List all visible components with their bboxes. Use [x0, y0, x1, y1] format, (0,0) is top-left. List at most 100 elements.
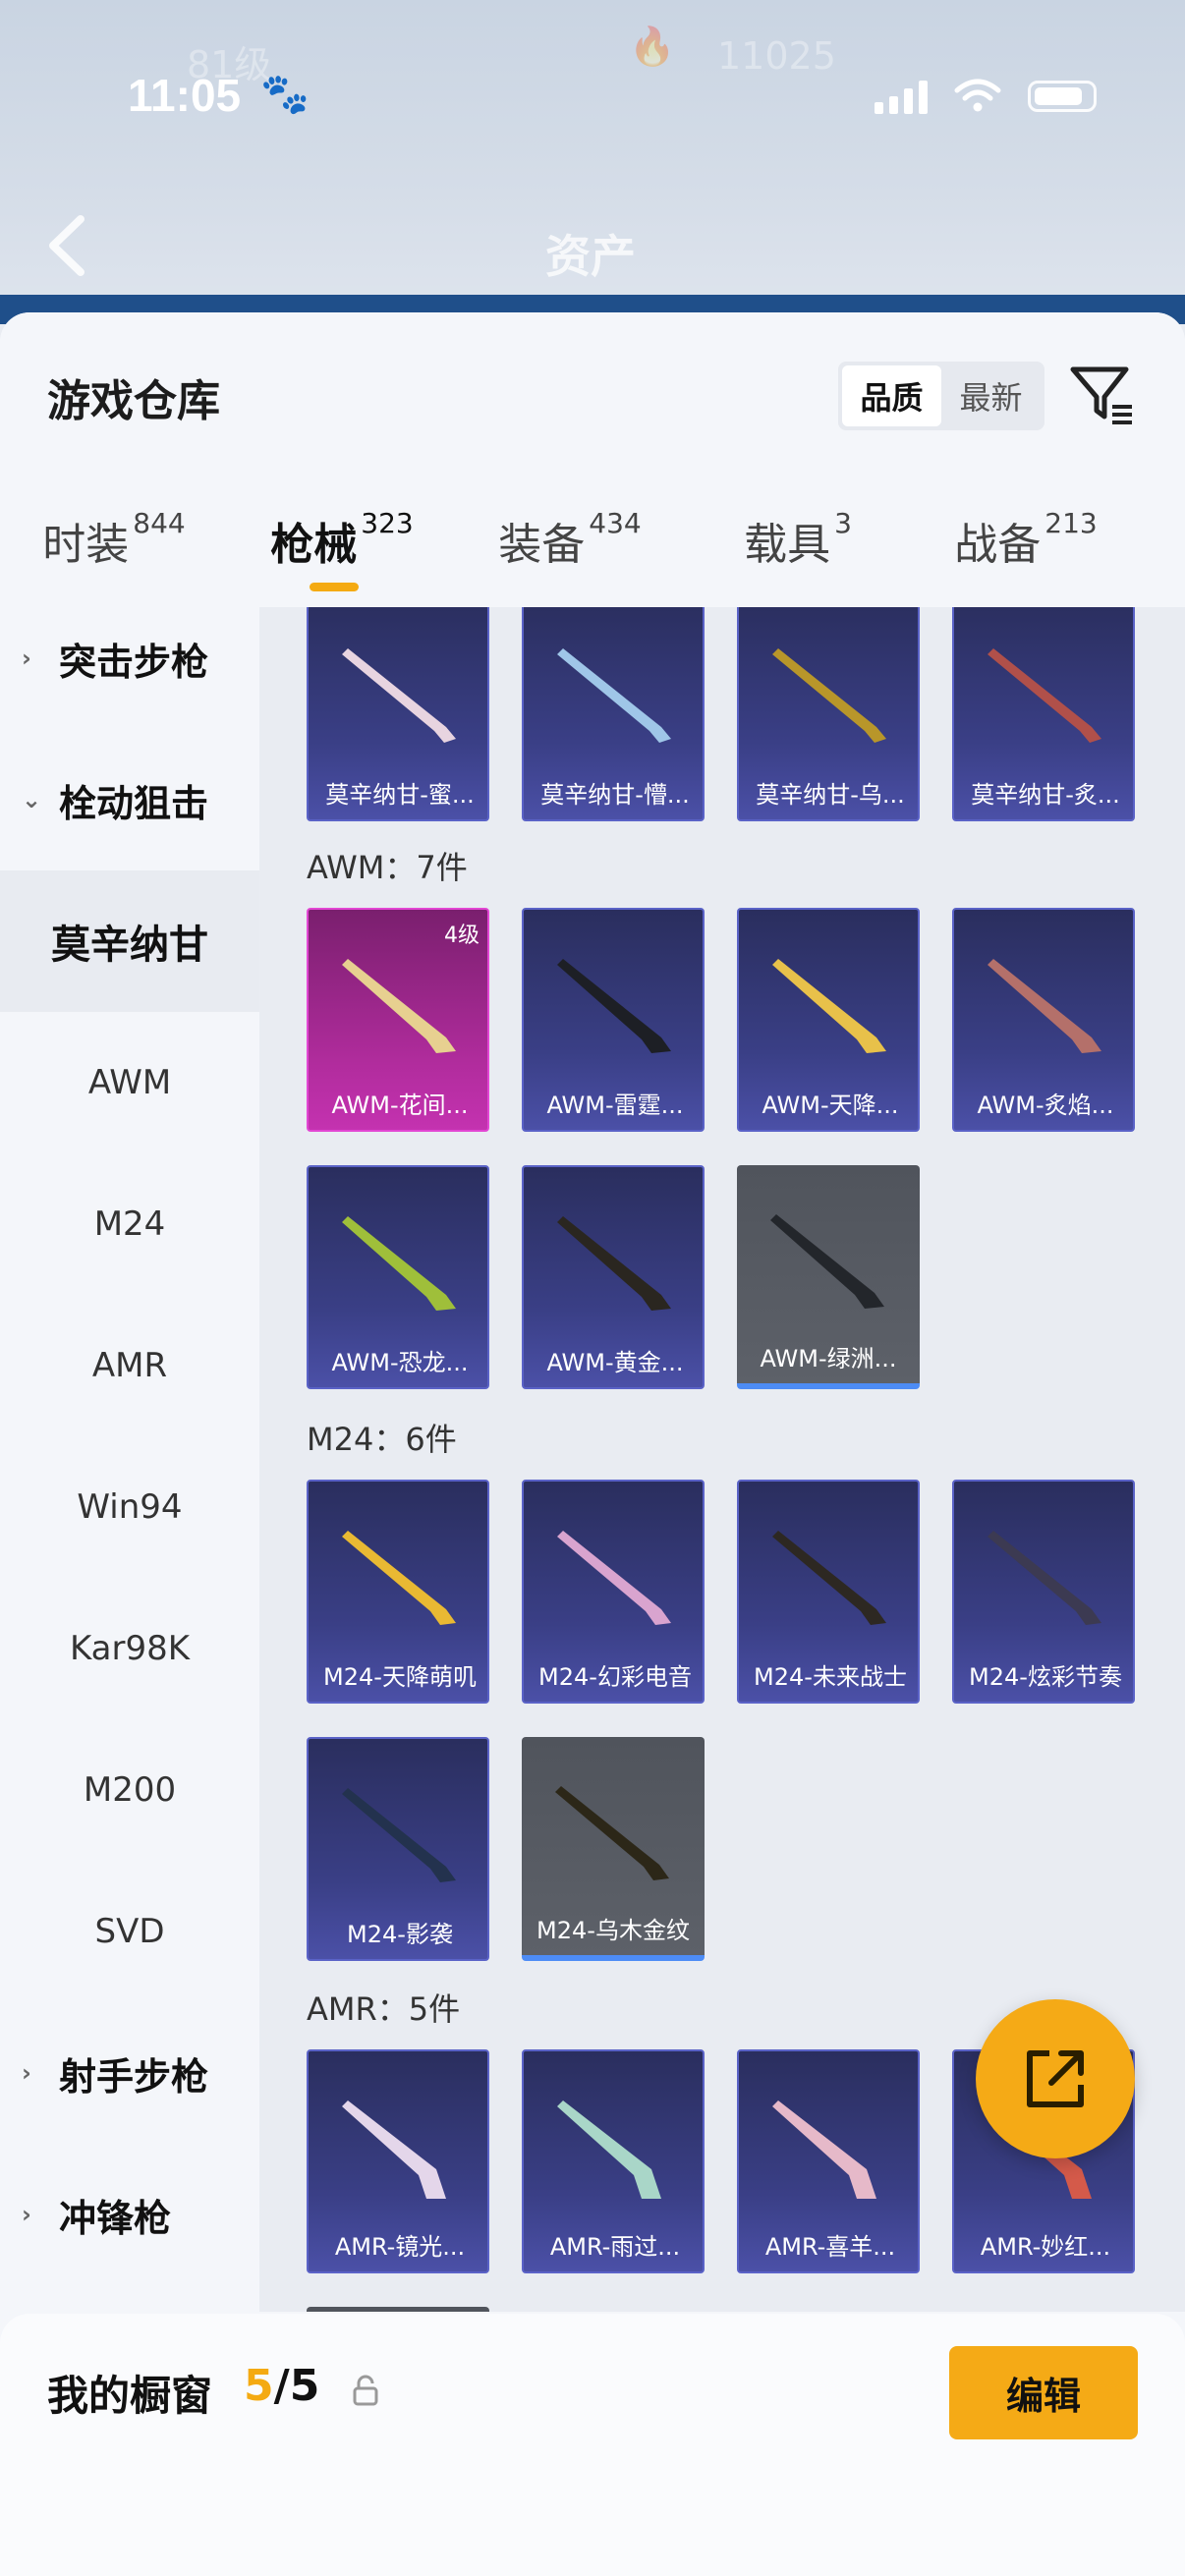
rifle-icon	[772, 648, 886, 743]
weapon-card[interactable]: 莫辛纳甘-炙...	[952, 607, 1135, 821]
weapon-card[interactable]: M24-幻彩电音	[522, 1480, 705, 1704]
rifle-icon	[342, 2100, 446, 2199]
sort-toggle: 品质 最新	[838, 362, 1044, 430]
sidebar-item-label: 突击步枪	[59, 640, 209, 684]
weapon-card[interactable]: AWM-炙焰...	[952, 908, 1135, 1132]
filter-icon[interactable]	[1069, 360, 1138, 428]
sidebar-item-assault-rifle[interactable]: › 突击步枪	[0, 588, 259, 729]
status-icons	[875, 79, 1097, 114]
tab-count: 3	[834, 507, 852, 539]
tab-vehicles[interactable]: 载具 3	[684, 499, 912, 607]
tab-count: 844	[133, 507, 186, 539]
weapon-name: AMR-镜光...	[334, 2233, 466, 2261]
paw-icon: 🐾	[260, 72, 310, 117]
weapon-card[interactable]: AWM-恐龙...	[307, 1165, 489, 1389]
rifle-icon	[770, 1214, 884, 1309]
section-title-awm: AWM：7件	[307, 849, 468, 886]
rifle-icon	[555, 1786, 669, 1880]
weapon-card[interactable]: 4级 AWM-花间...	[307, 908, 489, 1132]
rifle-icon	[772, 1531, 886, 1625]
chevron-right-icon: ›	[22, 2059, 31, 2087]
weapon-card[interactable]: AWM-雷霆...	[522, 908, 705, 1132]
weapon-card[interactable]: AWM-黄金...	[522, 1165, 705, 1389]
tab-supplies[interactable]: 战备 213	[912, 499, 1140, 607]
weapon-name: M24-天降萌叽	[323, 1663, 477, 1691]
weapon-card[interactable]: M24-影袭	[307, 1737, 489, 1961]
tab-count: 323	[361, 507, 414, 539]
rifle-icon	[342, 1531, 456, 1625]
weapon-card[interactable]: AMR-雨过...	[522, 2049, 705, 2273]
weapon-card[interactable]: 莫辛纳甘-懵...	[522, 607, 705, 821]
sidebar-item-label: 莫辛纳甘	[51, 923, 208, 968]
sidebar-item-awm[interactable]: AWM	[0, 1012, 259, 1153]
lock-icon	[353, 2375, 378, 2406]
tab-label: 装备	[498, 520, 586, 570]
sidebar-item-label: M200	[83, 1770, 177, 1810]
sidebar-item-label: SVD	[94, 1912, 165, 1951]
category-sidebar: › 突击步枪 ⌄ 栓动狙击 莫辛纳甘 AWM M24 AMR Win94 Kar98…	[0, 607, 259, 2312]
weapon-name: AWM-黄金...	[546, 1349, 684, 1376]
weapon-name: AWM-花间...	[331, 1092, 469, 1119]
weapon-card[interactable]: M24-天降萌叽	[307, 1480, 489, 1704]
rifle-icon	[772, 959, 886, 1053]
sheet-title: 游戏仓库	[47, 376, 220, 426]
weapon-name: AWM-恐龙...	[331, 1349, 469, 1376]
edit-button[interactable]: 编辑	[949, 2346, 1138, 2439]
weapon-card[interactable]: M24-乌木金纹	[522, 1737, 705, 1961]
weapon-name: M24-乌木金纹	[536, 1917, 690, 1944]
sidebar-item-m24[interactable]: M24	[0, 1153, 259, 1295]
sidebar-item-m200[interactable]: M200	[0, 1719, 259, 1861]
wifi-icon	[954, 79, 1001, 112]
sort-by-newest[interactable]: 最新	[941, 365, 1041, 426]
sidebar-item-win94[interactable]: Win94	[0, 1436, 259, 1578]
rifle-icon	[342, 1788, 456, 1882]
weapon-name: M24-炫彩节奏	[969, 1663, 1122, 1691]
sort-by-quality[interactable]: 品质	[842, 365, 941, 426]
weapon-card[interactable]: AMR-喜羊...	[737, 2049, 920, 2273]
weapon-card[interactable]: M24-未来战士	[737, 1480, 920, 1704]
chevron-down-icon: ⌄	[22, 786, 42, 813]
sidebar-item-label: 射手步枪	[59, 2054, 209, 2099]
active-tab-indicator	[310, 583, 359, 591]
sidebar-item-marksman-rifle[interactable]: › 射手步枪	[0, 2002, 259, 2144]
sidebar-item-mosin[interactable]: 莫辛纳甘	[0, 870, 259, 1012]
showcase-current: 5	[244, 2361, 274, 2411]
weapon-card[interactable]	[307, 2307, 489, 2312]
weapon-name: AMR-雨过...	[549, 2233, 681, 2261]
sidebar-item-smg[interactable]: › 冲锋枪	[0, 2144, 259, 2285]
sidebar-item-label: AWM	[87, 1063, 172, 1102]
weapon-name: M24-影袭	[347, 1921, 453, 1948]
weapon-card[interactable]: 莫辛纳甘-乌...	[737, 607, 920, 821]
weapon-card[interactable]: 莫辛纳甘-蜜...	[307, 607, 489, 821]
sidebar-item-amr[interactable]: AMR	[0, 1295, 259, 1436]
weapon-name: AWM-天降...	[762, 1092, 899, 1119]
sidebar-item-label: M24	[93, 1204, 166, 1244]
back-arrow-icon[interactable]	[39, 211, 98, 280]
status-time: 11:05	[128, 70, 242, 121]
weapon-card[interactable]: AMR-镜光...	[307, 2049, 489, 2273]
chevron-right-icon: ›	[22, 2201, 31, 2228]
tab-label: 枪械	[270, 520, 358, 570]
rifle-icon	[342, 648, 456, 743]
weapon-card[interactable]: M24-炫彩节奏	[952, 1480, 1135, 1704]
tab-equipment[interactable]: 装备 434	[456, 499, 684, 607]
rifle-icon	[557, 1531, 671, 1625]
weapon-name: 莫辛纳甘-蜜...	[325, 781, 475, 809]
weapon-name: AWM-炙焰...	[977, 1092, 1114, 1119]
tab-label: 载具	[744, 520, 831, 570]
weapon-card[interactable]: AWM-绿洲...	[737, 1165, 920, 1389]
weapon-name: 莫辛纳甘-懵...	[540, 781, 690, 809]
weapon-name: AMR-妙红...	[980, 2233, 1111, 2261]
sidebar-item-label: Win94	[77, 1487, 183, 1527]
tab-label: 时装	[42, 520, 130, 570]
rifle-icon	[988, 648, 1101, 743]
share-button[interactable]	[976, 1999, 1135, 2158]
weapon-card[interactable]: AWM-天降...	[737, 908, 920, 1132]
warehouse-sheet: 游戏仓库 品质 最新 时装 844 枪械 323 装备 434 载具 3 战备 213 ›…	[0, 312, 1185, 2576]
sidebar-item-bolt-sniper[interactable]: ⌄ 栓动狙击	[0, 729, 259, 870]
battery-icon	[1028, 81, 1097, 112]
rifle-icon	[342, 959, 456, 1053]
sidebar-item-label: 冲锋枪	[59, 2196, 172, 2240]
sidebar-item-kar98k[interactable]: Kar98K	[0, 1578, 259, 1719]
sidebar-item-svd[interactable]: SVD	[0, 1861, 259, 2002]
